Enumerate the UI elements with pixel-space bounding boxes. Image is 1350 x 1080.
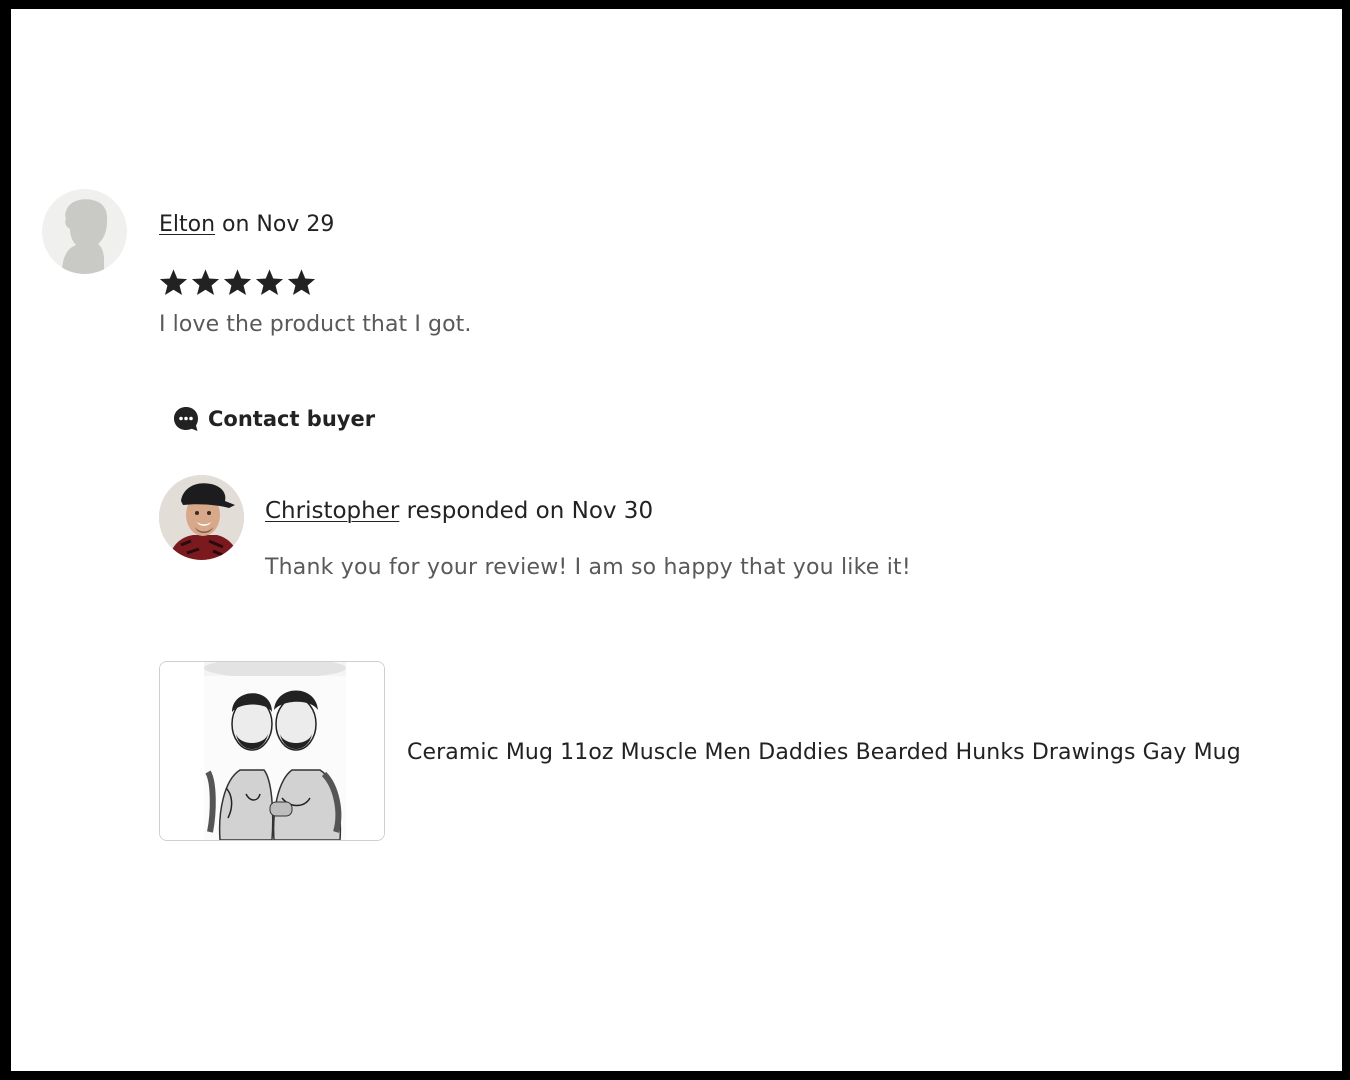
contact-buyer-button[interactable]: Contact buyer <box>172 405 375 433</box>
review-meta: Elton on Nov 29 <box>159 212 334 237</box>
review-text: I love the product that I got. <box>159 312 472 337</box>
response-text: Thank you for your review! I am so happy… <box>265 555 911 580</box>
product-thumbnail[interactable] <box>159 661 385 841</box>
reviewer-name-link[interactable]: Elton <box>159 212 215 237</box>
chat-bubble-icon <box>174 407 198 431</box>
star-icon <box>287 269 316 296</box>
response-meta: Christopher responded on Nov 30 <box>265 498 653 524</box>
star-icon <box>159 269 188 296</box>
mug-image <box>160 662 384 840</box>
star-icon <box>223 269 252 296</box>
star-icon <box>255 269 284 296</box>
star-rating <box>158 267 317 298</box>
contact-buyer-label: Contact buyer <box>208 407 376 431</box>
review-date: on Nov 29 <box>215 212 335 237</box>
reviewer-avatar[interactable] <box>42 189 127 274</box>
response-date: responded on Nov 30 <box>399 498 654 524</box>
responder-name-link[interactable]: Christopher <box>265 498 399 524</box>
product-title[interactable]: Ceramic Mug 11oz Muscle Men Daddies Bear… <box>407 740 1241 765</box>
seller-photo <box>159 475 244 560</box>
seller-avatar[interactable] <box>159 475 244 560</box>
default-user-icon <box>62 199 108 274</box>
star-icon <box>191 269 220 296</box>
